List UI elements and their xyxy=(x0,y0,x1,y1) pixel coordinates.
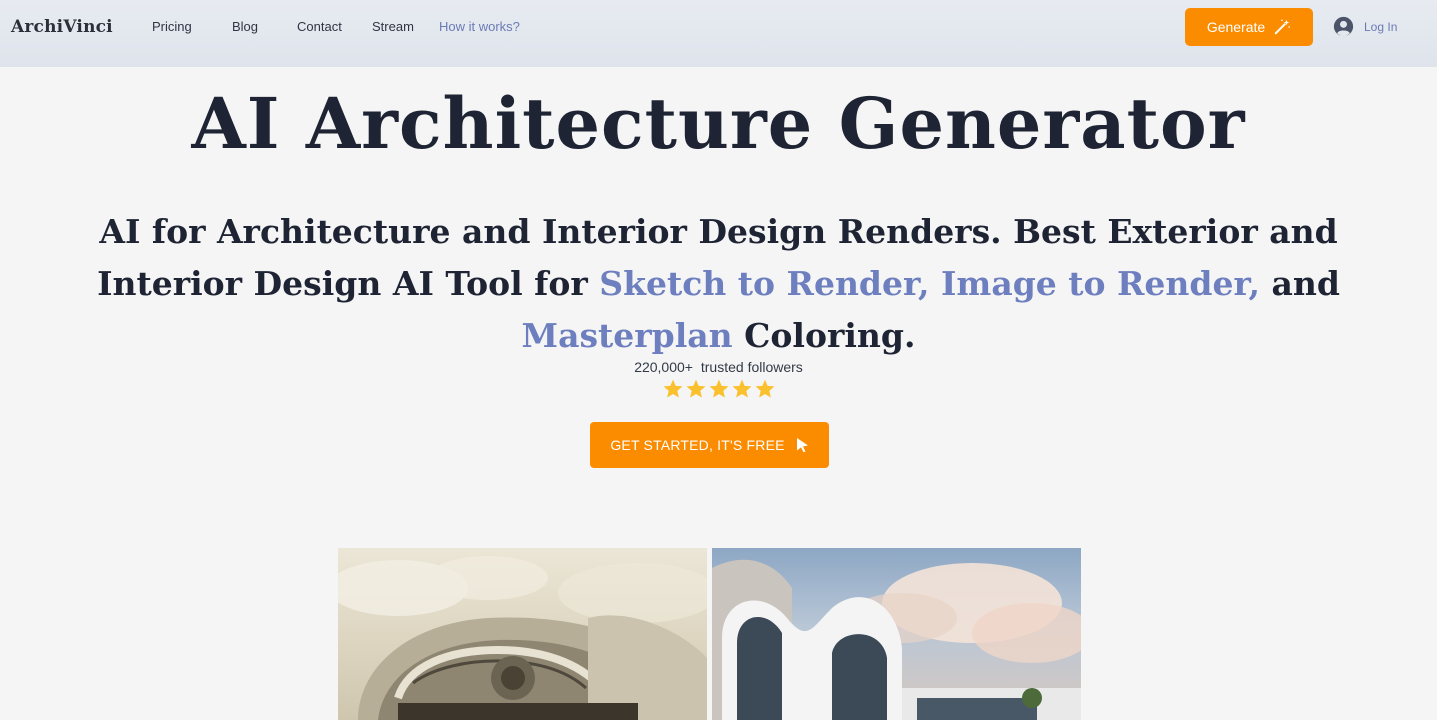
nav-link-pricing[interactable]: Pricing xyxy=(152,19,192,34)
followers-count: 220,000+ trusted followers xyxy=(0,359,1437,375)
sketch-preview-image xyxy=(338,548,707,720)
logo[interactable]: ArchiVinci xyxy=(11,17,113,37)
star-icon xyxy=(709,379,728,398)
top-navbar: ArchiVinci Pricing Blog Contact Stream H… xyxy=(0,0,1437,67)
subtitle-text-3: Coloring. xyxy=(732,316,916,355)
followers-number: 220,000+ xyxy=(634,359,693,375)
hero-subtitle: AI for Architecture and Interior Design … xyxy=(30,206,1407,362)
subtitle-text-2: and xyxy=(1259,264,1340,303)
rating-stars xyxy=(0,378,1437,400)
page-title: AI Architecture Generator xyxy=(191,82,1246,165)
get-started-button[interactable]: GET STARTED, IT'S FREE xyxy=(590,422,829,468)
login-label: Log In xyxy=(1364,19,1398,34)
nav-link-blog[interactable]: Blog xyxy=(232,19,258,34)
followers-label: trusted followers xyxy=(700,359,803,375)
nav-link-stream[interactable]: Stream xyxy=(372,19,414,34)
highlight-masterplan: Masterplan xyxy=(521,316,733,355)
nav-link-how-it-works[interactable]: How it works? xyxy=(439,19,520,34)
render-preview-image xyxy=(712,548,1081,720)
nav-link-contact[interactable]: Contact xyxy=(297,19,342,34)
get-started-label: GET STARTED, IT'S FREE xyxy=(610,437,785,453)
highlight-sketch-image-to-render: Sketch to Render, Image to Render, xyxy=(599,264,1260,303)
login-link[interactable]: Log In xyxy=(1333,16,1397,37)
generate-button[interactable]: Generate xyxy=(1185,8,1313,46)
star-icon xyxy=(732,379,751,398)
star-icon xyxy=(686,379,705,398)
magic-wand-icon xyxy=(1274,19,1291,35)
cursor-arrow-icon xyxy=(796,438,808,453)
user-avatar-icon xyxy=(1333,16,1354,37)
generate-button-label: Generate xyxy=(1206,19,1266,35)
star-icon xyxy=(755,379,774,398)
star-icon xyxy=(663,379,682,398)
